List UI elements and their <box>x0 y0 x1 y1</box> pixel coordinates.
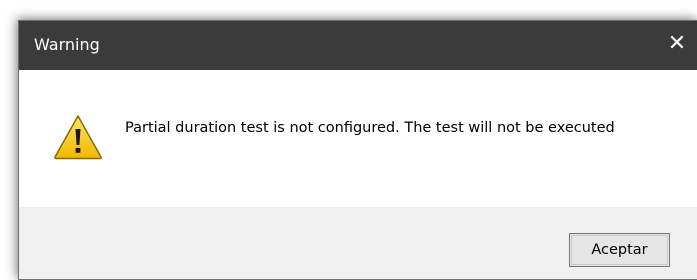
dialog-footer: Aceptar <box>19 207 697 279</box>
close-button[interactable]: ✕ <box>657 21 697 70</box>
close-icon: ✕ <box>667 31 687 56</box>
warning-dialog: Warning ✕ Partial duration test is not c… <box>18 20 697 280</box>
dialog-content: Partial duration test is not configured.… <box>19 70 697 207</box>
accept-button[interactable]: Aceptar <box>569 233 670 267</box>
dialog-titlebar[interactable]: Warning ✕ <box>19 21 697 70</box>
dialog-title: Warning <box>34 35 100 54</box>
warning-message: Partial duration test is not configured.… <box>125 120 615 136</box>
warning-icon <box>54 115 102 160</box>
screen-background: Warning ✕ Partial duration test is not c… <box>0 0 697 280</box>
